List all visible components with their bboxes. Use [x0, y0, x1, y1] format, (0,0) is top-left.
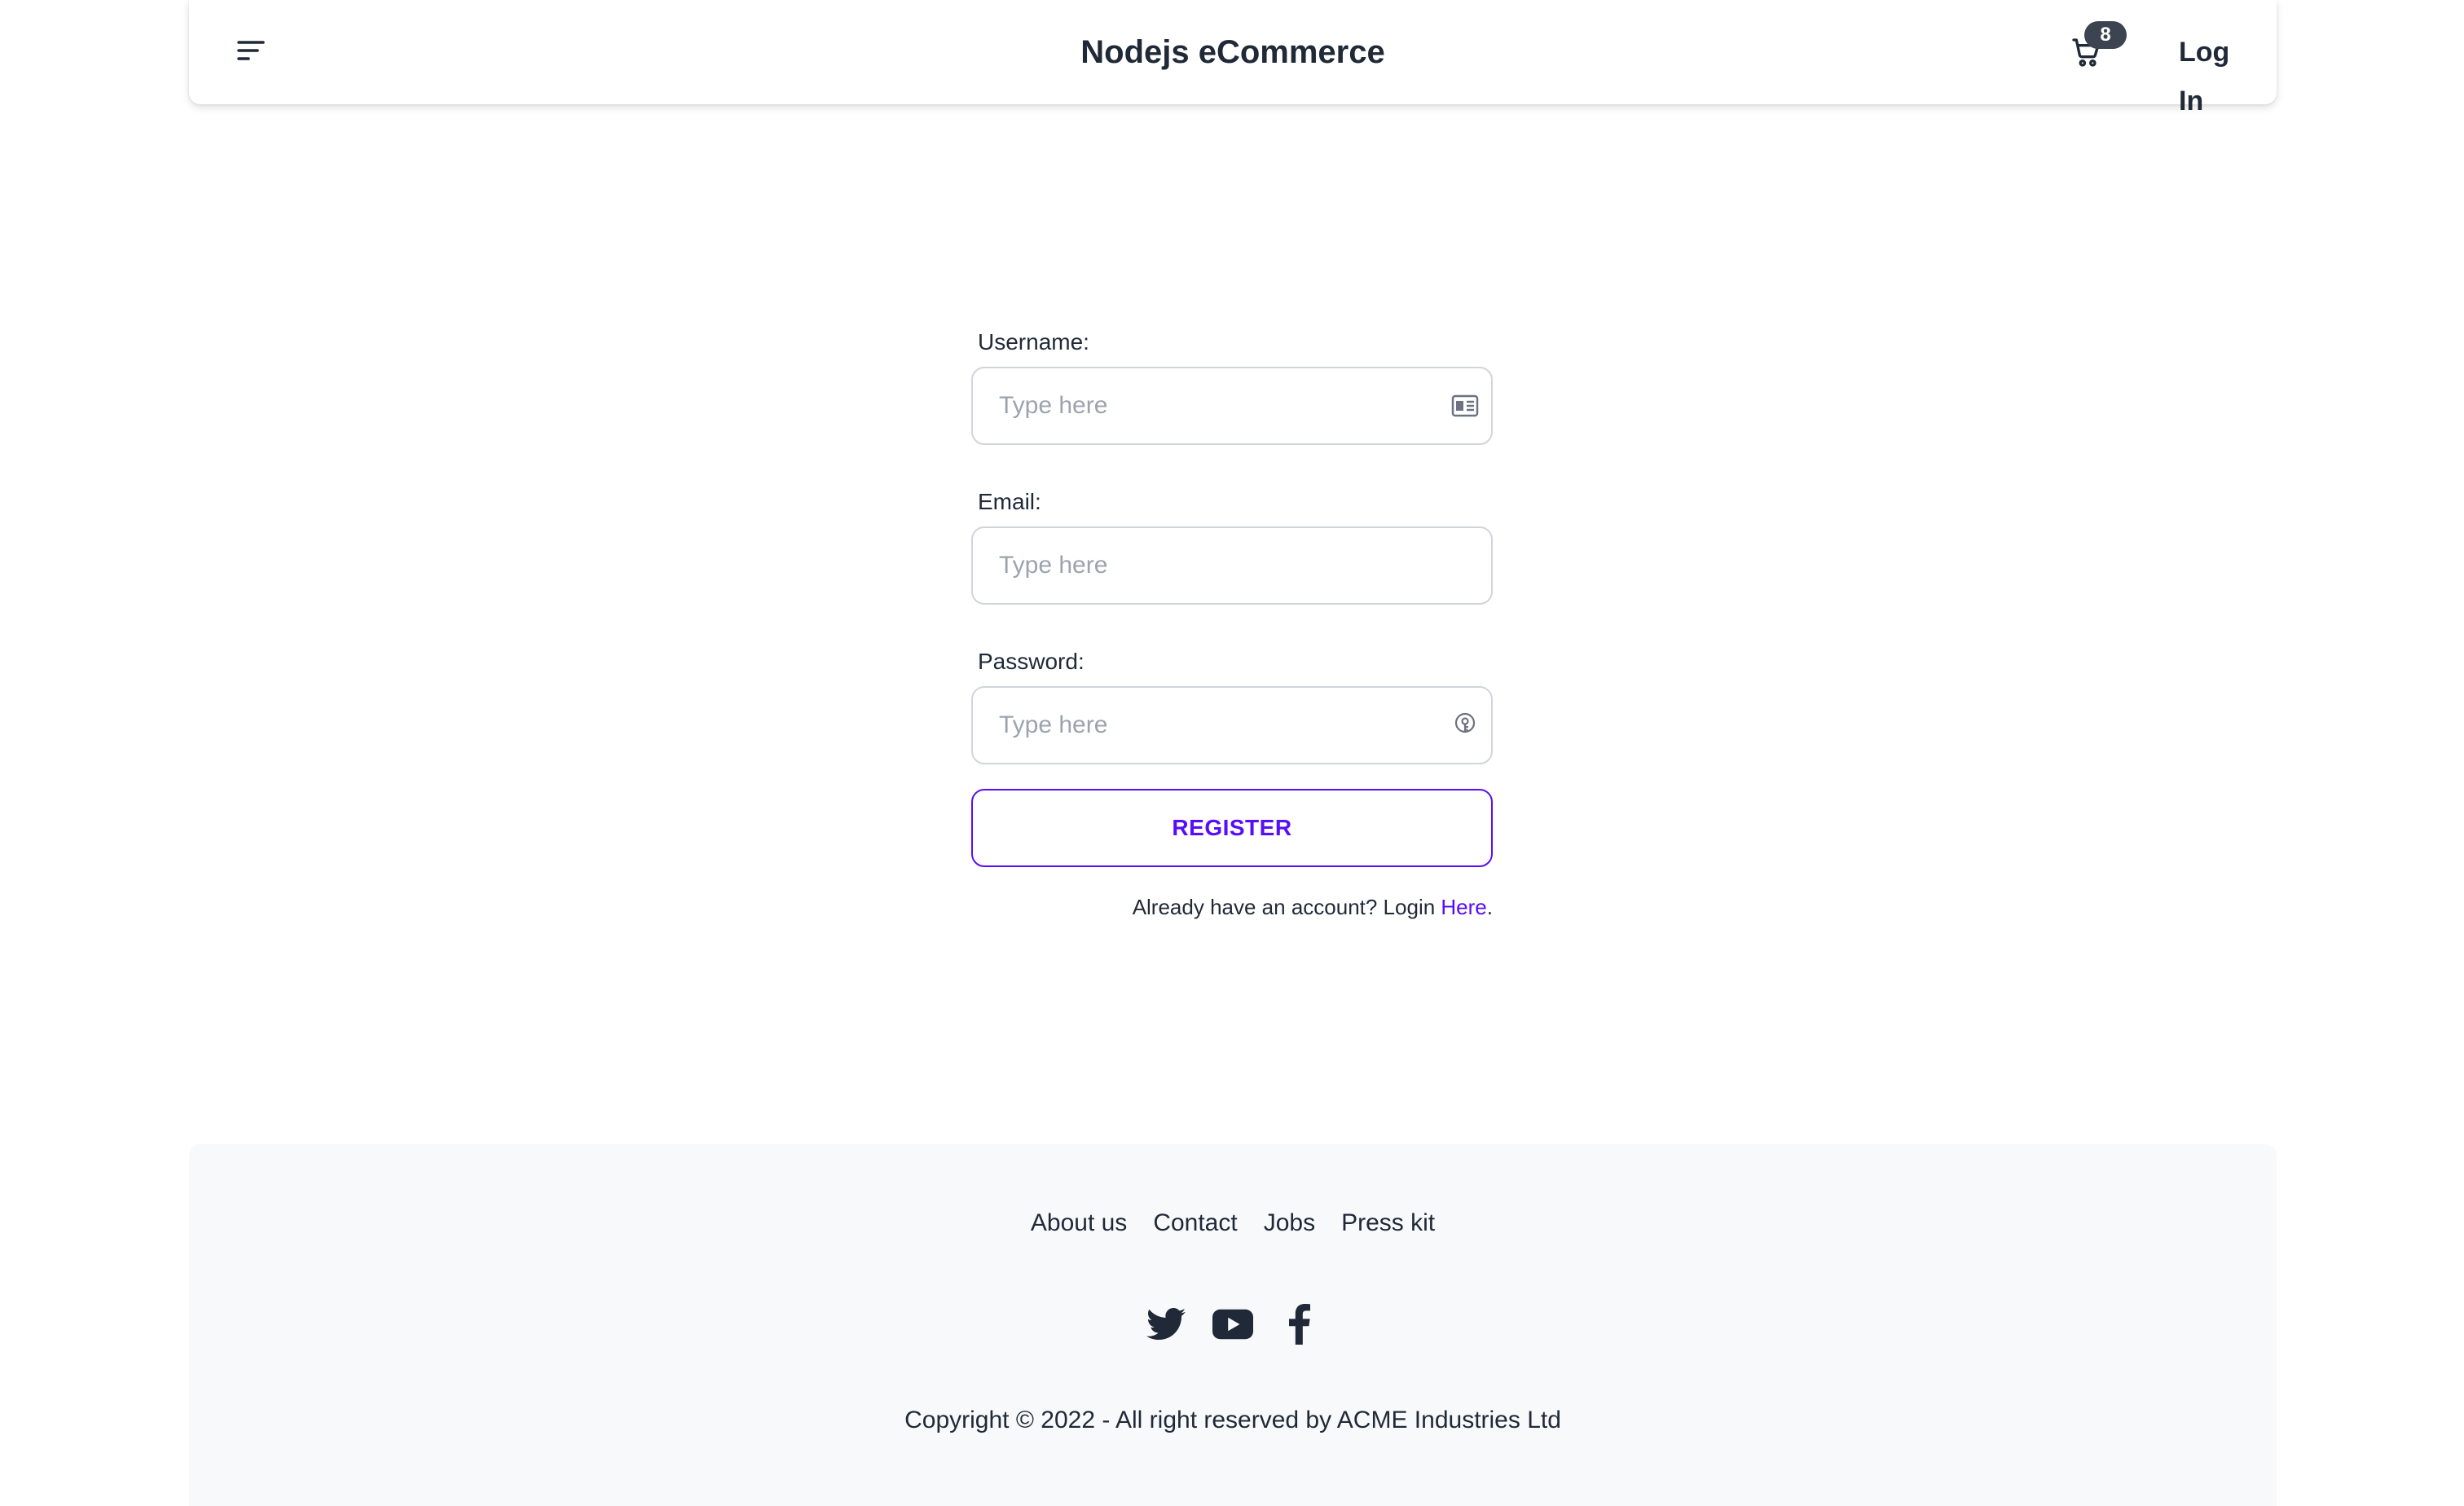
facebook-icon[interactable] — [1279, 1304, 1320, 1345]
navbar: Nodejs eCommerce 8 Log In — [189, 0, 2277, 117]
cart-count-badge: 8 — [2084, 21, 2127, 49]
cart-button[interactable]: 8 — [2063, 21, 2127, 77]
footer-link-jobs[interactable]: Jobs — [1264, 1209, 1315, 1237]
login-here-link[interactable]: Here — [1441, 895, 1486, 919]
footer-link-contact[interactable]: Contact — [1153, 1209, 1237, 1237]
register-button[interactable]: REGISTER — [971, 789, 1493, 867]
social-links — [189, 1304, 2277, 1345]
login-prompt-period: . — [1486, 895, 1493, 919]
email-field-wrapper — [971, 526, 1493, 605]
password-input[interactable] — [971, 686, 1493, 764]
register-form: Username: Email: Password: REGISTER — [971, 318, 1493, 920]
login-prompt: Already have an account? Login Here. — [971, 895, 1493, 920]
email-input[interactable] — [971, 526, 1493, 605]
email-label: Email: — [978, 489, 1041, 514]
username-input[interactable] — [971, 367, 1493, 445]
menu-icon — [237, 39, 265, 66]
brand-title[interactable]: Nodejs eCommerce — [189, 0, 2277, 104]
footer-links: About us Contact Jobs Press kit — [189, 1209, 2277, 1237]
footer-link-press-kit[interactable]: Press kit — [1341, 1209, 1435, 1237]
password-field-wrapper — [971, 686, 1493, 764]
login-prompt-text: Already have an account? Login — [1132, 895, 1441, 919]
footer: About us Contact Jobs Press kit Copyrigh… — [189, 1144, 2277, 1506]
youtube-icon[interactable] — [1212, 1304, 1253, 1345]
username-field-wrapper — [971, 367, 1493, 445]
footer-link-about-us[interactable]: About us — [1031, 1209, 1127, 1237]
login-link[interactable]: Log In — [2153, 28, 2277, 117]
password-label: Password: — [978, 649, 1085, 674]
twitter-icon[interactable] — [1146, 1304, 1186, 1345]
id-card-icon — [1449, 390, 1481, 422]
menu-button[interactable] — [228, 29, 274, 75]
username-label: Username: — [978, 329, 1089, 354]
key-icon — [1449, 709, 1481, 742]
copyright-text: Copyright © 2022 - All right reserved by… — [904, 1407, 1561, 1433]
